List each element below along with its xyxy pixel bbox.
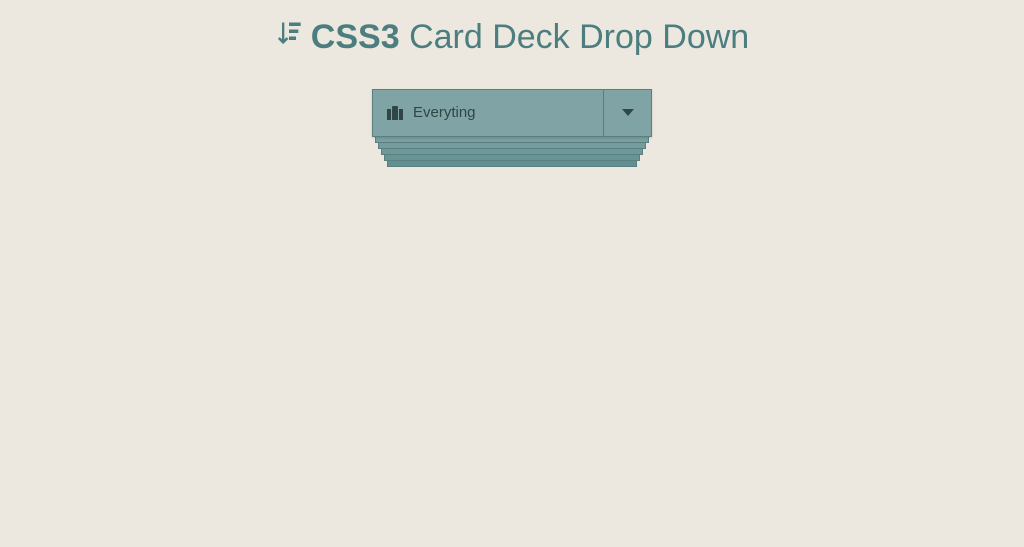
dropdown-selected-label: Everyting — [413, 104, 476, 121]
briefcase-icon — [387, 106, 403, 120]
title-rest: Card Deck Drop Down — [409, 18, 749, 56]
dropdown-selected-card[interactable]: Everyting — [372, 89, 652, 137]
dropdown-selected-left: Everyting — [373, 90, 603, 136]
title-bold: CSS3 — [311, 18, 400, 56]
card-deck-dropdown[interactable]: Everyting — [372, 89, 652, 137]
chevron-down-icon — [622, 109, 634, 116]
sort-amount-down-icon — [275, 17, 303, 56]
page-title: CSS3 Card Deck Drop Down — [0, 0, 1024, 59]
dropdown-toggle-button[interactable] — [603, 90, 651, 136]
